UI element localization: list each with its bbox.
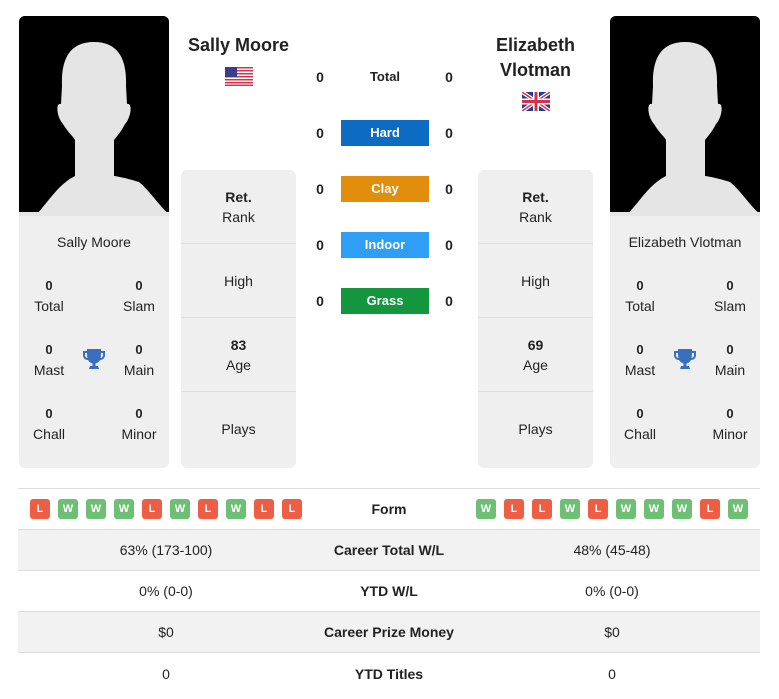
us-flag-icon: [225, 67, 253, 86]
surface-row-indoor: 0 Indoor 0: [305, 232, 465, 258]
form-row: LWWWLWLWLL Form WLLWLWWWLW: [18, 489, 760, 530]
player1-mast: 0 Mast: [33, 342, 65, 378]
player1-name[interactable]: Sally Moore: [181, 33, 296, 58]
surface-row-total: 0 Total 0: [305, 64, 465, 90]
form-badge-win[interactable]: W: [672, 499, 692, 519]
player1-main: 0 Main: [123, 342, 155, 378]
surface-label-hard[interactable]: Hard: [341, 120, 429, 146]
player2-total: 0 Total: [625, 278, 655, 314]
player1-card: Sally Moore 0 Total 0 Slam 0 Mast 0 Main…: [19, 216, 169, 468]
surface-label-indoor[interactable]: Indoor: [341, 232, 429, 258]
player1-total: 0 Total: [34, 278, 64, 314]
player2-high: High: [478, 244, 593, 318]
form-badge-loss[interactable]: L: [700, 499, 720, 519]
table-row: 0 YTD Titles 0: [18, 653, 760, 694]
silhouette-icon: [19, 16, 169, 216]
form-badge-loss[interactable]: L: [30, 499, 50, 519]
form-badge-loss[interactable]: L: [282, 499, 302, 519]
trophy-icon: [83, 349, 105, 369]
form-badge-win[interactable]: W: [170, 499, 190, 519]
form-badge-win[interactable]: W: [560, 499, 580, 519]
surface-label-grass[interactable]: Grass: [341, 288, 429, 314]
player2-main: 0 Main: [714, 342, 746, 378]
player2-photo: [610, 16, 760, 216]
form-label: Form: [371, 501, 407, 517]
player1-photo: [19, 16, 169, 216]
form-badge-loss[interactable]: L: [198, 499, 218, 519]
form-badge-win[interactable]: W: [58, 499, 78, 519]
player1-high: High: [181, 244, 296, 318]
form-badge-win[interactable]: W: [616, 499, 636, 519]
table-row: 0% (0-0) YTD W/L 0% (0-0): [18, 571, 760, 612]
player2-name[interactable]: Elizabeth Vlotman: [478, 33, 593, 83]
table-row: $0 Career Prize Money $0: [18, 612, 760, 653]
player2-plays: Plays: [518, 421, 553, 437]
surface-row-clay: 0 Clay 0: [305, 176, 465, 202]
form-badge-win[interactable]: W: [86, 499, 106, 519]
player1-form: LWWWLWLWLL: [18, 499, 314, 519]
trophy-icon: [674, 349, 696, 369]
surface-row-hard: 0 Hard 0: [305, 120, 465, 146]
form-badge-loss[interactable]: L: [142, 499, 162, 519]
player2-minor: 0 Minor: [712, 406, 748, 442]
surface-label-total: Total: [369, 69, 401, 84]
form-badge-win[interactable]: W: [644, 499, 664, 519]
player2-card-name: Elizabeth Vlotman: [628, 234, 742, 250]
form-badge-win[interactable]: W: [226, 499, 246, 519]
player1-slam: 0 Slam: [123, 278, 155, 314]
player1-age: 83 Age: [181, 318, 296, 392]
uk-flag-icon: [522, 92, 550, 111]
form-badge-win[interactable]: W: [728, 499, 748, 519]
player2-chall: 0 Chall: [624, 406, 656, 442]
player2-info-panel: Ret. Rank High 69 Age Plays: [478, 170, 593, 468]
form-badge-win[interactable]: W: [114, 499, 134, 519]
silhouette-icon: [610, 16, 760, 216]
table-row: 63% (173-100) Career Total W/L 48% (45-4…: [18, 530, 760, 571]
player1-card-name: Sally Moore: [57, 234, 131, 250]
player2-slam: 0 Slam: [714, 278, 746, 314]
form-badge-loss[interactable]: L: [532, 499, 552, 519]
form-badge-win[interactable]: W: [476, 499, 496, 519]
player2-age: 69 Age: [478, 318, 593, 392]
form-badge-loss[interactable]: L: [504, 499, 524, 519]
player1-rank: Ret. Rank: [181, 170, 296, 244]
player2-mast: 0 Mast: [624, 342, 656, 378]
player1-plays: Plays: [221, 421, 256, 437]
form-badge-loss[interactable]: L: [588, 499, 608, 519]
player1-minor: 0 Minor: [121, 406, 157, 442]
player2-card: Elizabeth Vlotman 0 Total 0 Slam 0 Mast …: [610, 216, 760, 468]
surface-row-grass: 0 Grass 0: [305, 288, 465, 314]
comparison-table: LWWWLWLWLL Form WLLWLWWWLW 63% (173-100)…: [18, 488, 760, 694]
form-badge-loss[interactable]: L: [254, 499, 274, 519]
player1-info-panel: Ret. Rank High 83 Age Plays: [181, 170, 296, 468]
player2-rank: Ret. Rank: [478, 170, 593, 244]
player1-chall: 0 Chall: [33, 406, 65, 442]
surface-label-clay[interactable]: Clay: [341, 176, 429, 202]
player2-form: WLLWLWWWLW: [464, 499, 760, 519]
